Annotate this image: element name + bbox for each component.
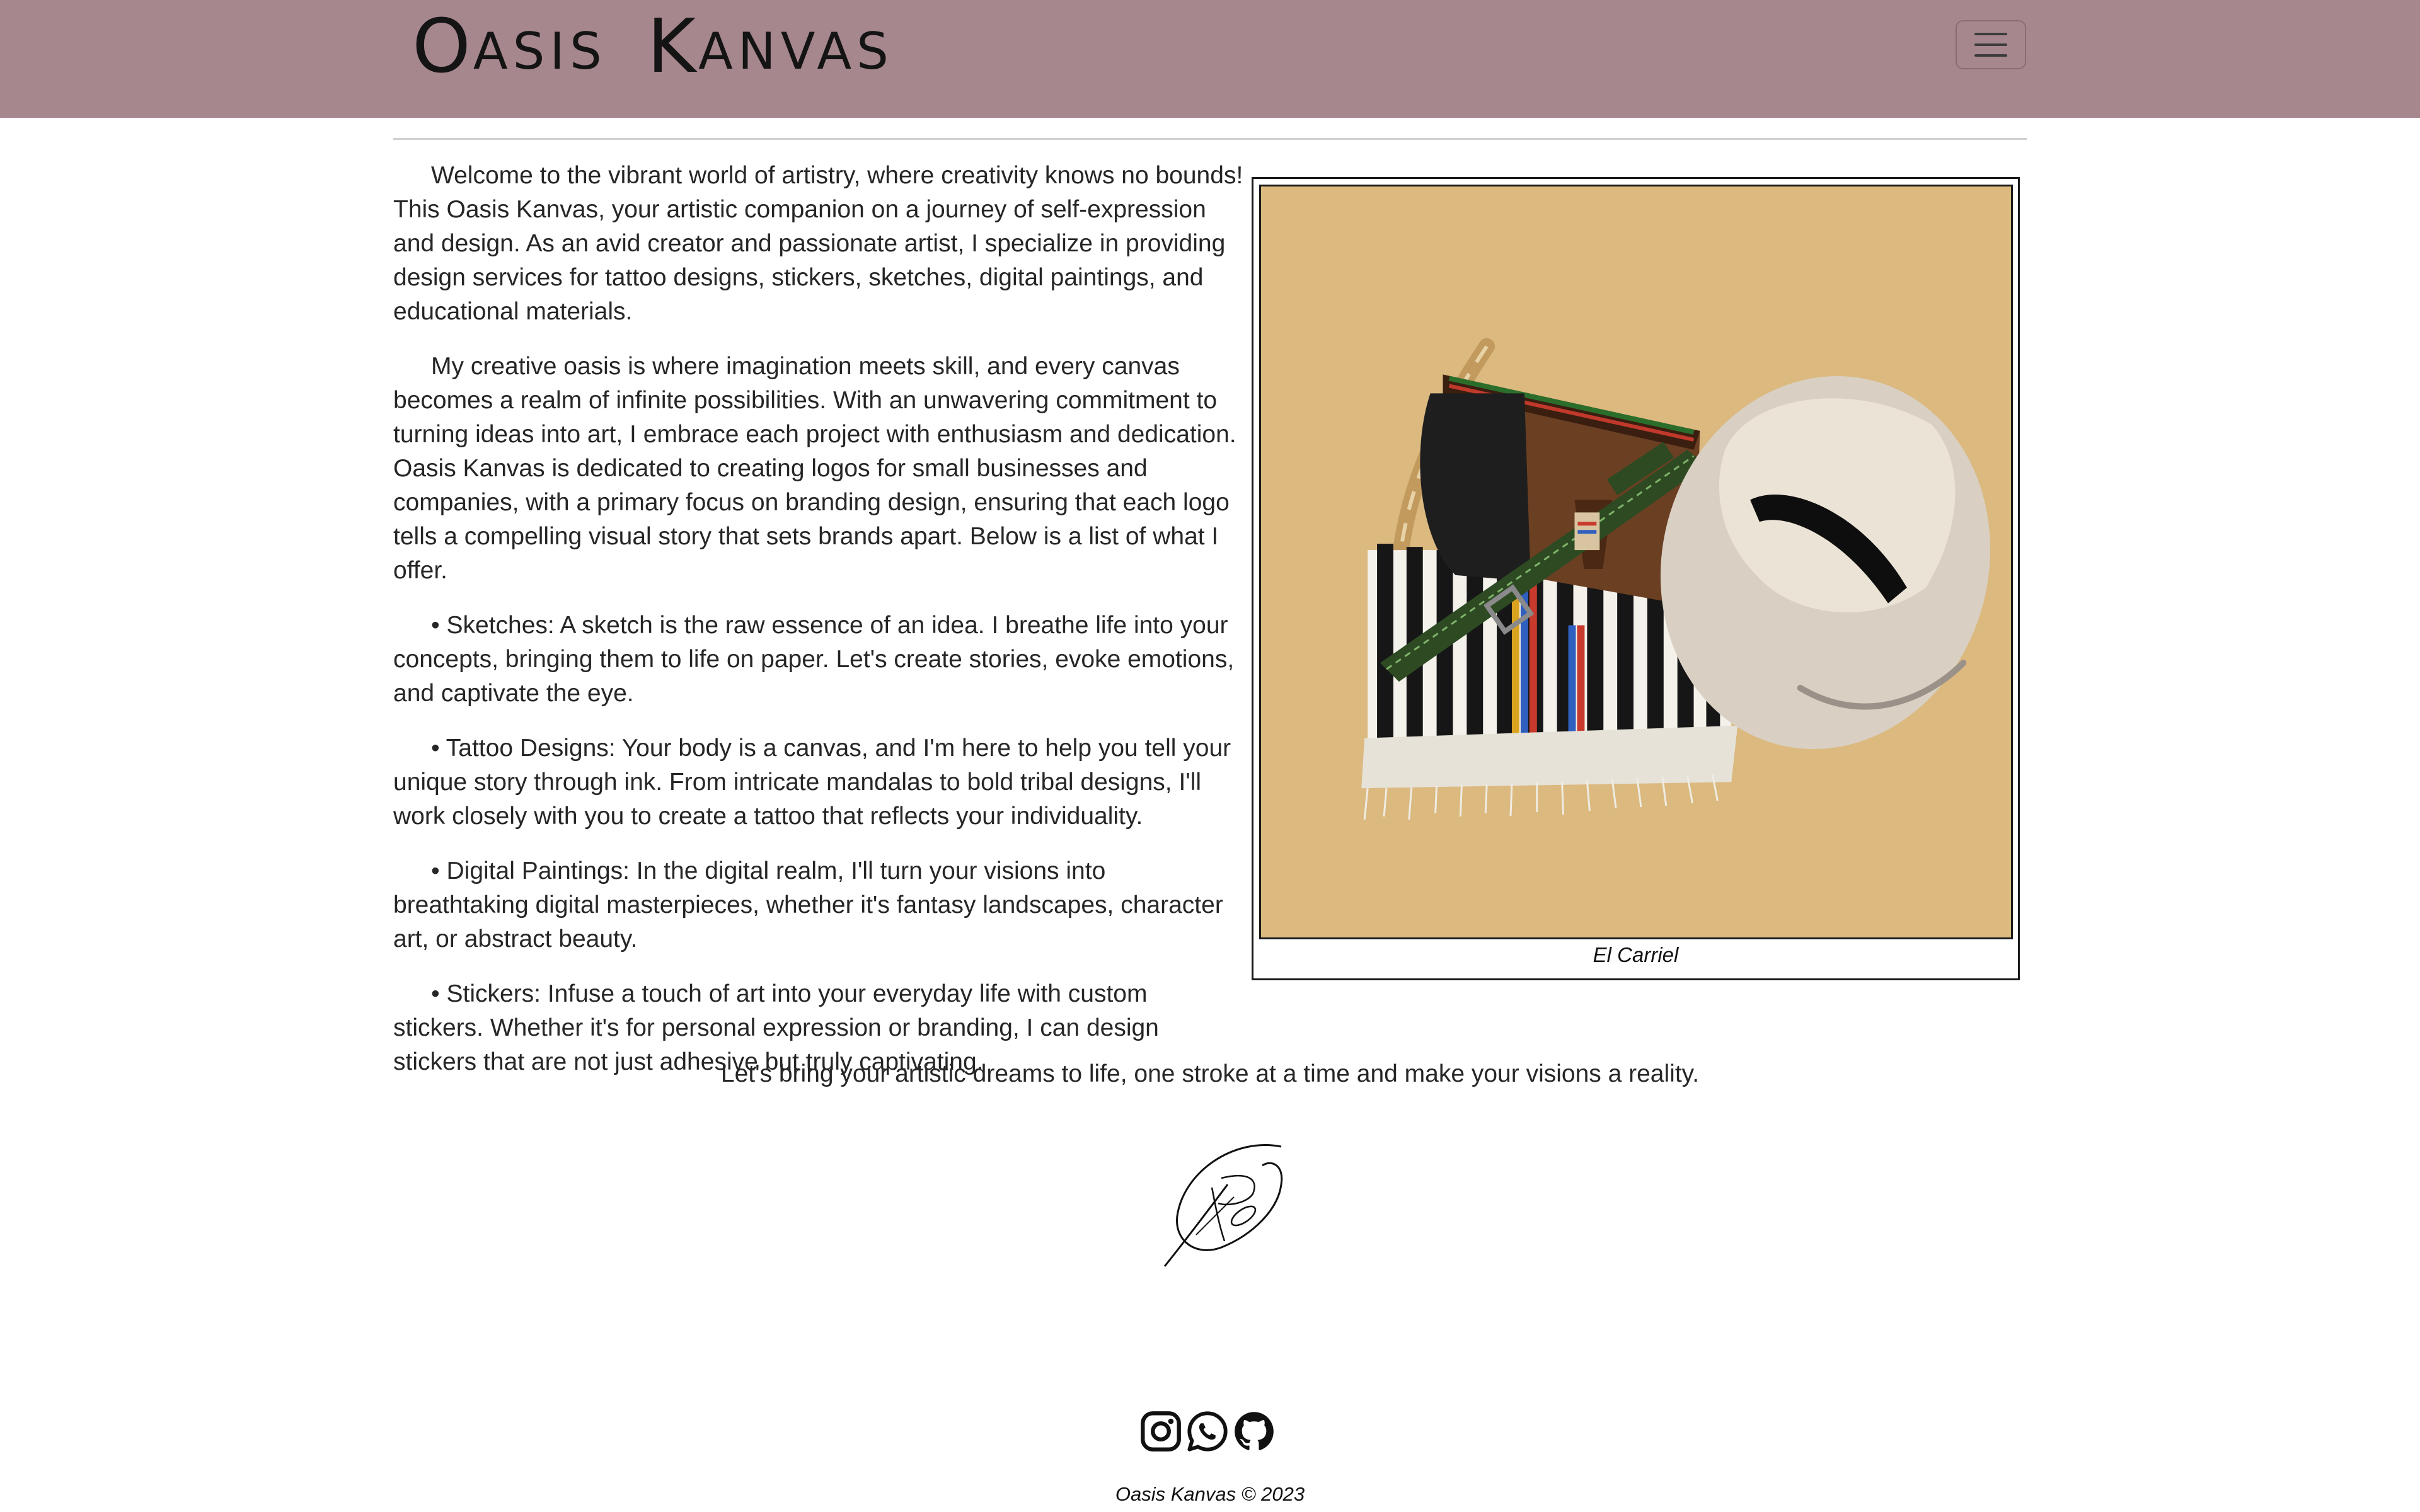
service-item-digital-paintings: • Digital Paintings: In the digital real…: [393, 857, 1223, 953]
hamburger-menu-icon: [1974, 33, 2007, 35]
artwork-image: [1259, 185, 2013, 939]
navbar: O ASIS K ANVAS: [0, 0, 2420, 118]
brand-initial: K: [647, 3, 699, 89]
copyright-text: Oasis Kanvas © 2023: [1115, 1483, 1305, 1505]
artwork-figure: El Carriel: [1252, 177, 2020, 980]
brand-word-kanvas: K ANVAS: [647, 9, 894, 83]
social-links: [1139, 1406, 1276, 1457]
divider: [393, 138, 2027, 140]
intro-paragraph: Welcome to the vibrant world of artistry…: [393, 162, 1243, 325]
hamburger-menu-icon: [1974, 54, 2007, 57]
intro-paragraph: My creative oasis is where imagination m…: [393, 353, 1236, 584]
brand-word-rest: ANVAS: [698, 22, 894, 81]
instagram-icon[interactable]: [1139, 1410, 1182, 1453]
github-icon[interactable]: [1233, 1410, 1276, 1453]
closing-statement: Let's bring your artistic dreams to life…: [720, 1060, 1700, 1087]
hamburger-menu-icon: [1974, 43, 2007, 46]
whatsapp-icon[interactable]: [1186, 1410, 1229, 1453]
brand-initial: O: [412, 3, 473, 89]
intro-text: Welcome to the vibrant world of artistry…: [393, 159, 1244, 1100]
el-carriel-illustration: [1361, 338, 1991, 820]
service-item-tattoo-designs: • Tattoo Designs: Your body is a canvas,…: [393, 735, 1231, 830]
brand-word-rest: ASIS: [473, 22, 607, 81]
artwork-caption: El Carriel: [1593, 943, 1679, 966]
signature-logo: [1163, 1144, 1283, 1267]
brand-logo[interactable]: O ASIS K ANVAS: [412, 5, 894, 87]
service-item-sketches: • Sketches: A sketch is the raw essence …: [393, 612, 1235, 707]
brand-word-oasis: O ASIS: [412, 9, 607, 83]
navbar-toggler-button[interactable]: [1956, 20, 2026, 69]
